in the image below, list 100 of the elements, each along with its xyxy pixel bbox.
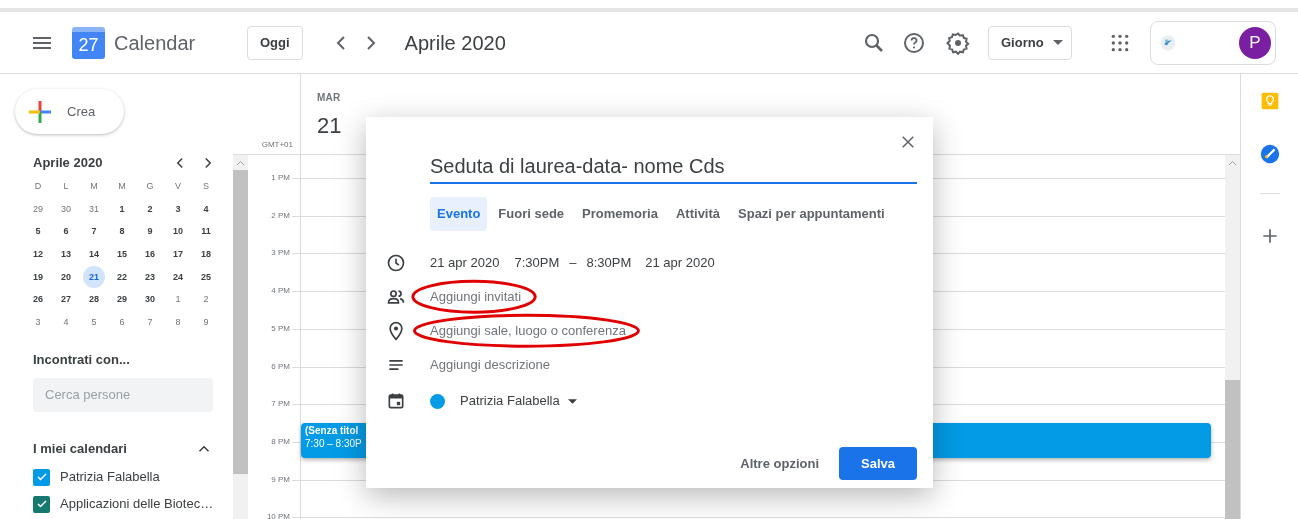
hour-label: 7 PM [271, 400, 290, 409]
organization-logo-icon [1159, 33, 1177, 52]
end-date[interactable]: 21 apr 2020 [645, 253, 715, 273]
day-button[interactable]: 20 [55, 266, 77, 289]
day-button[interactable]: 6 [55, 221, 77, 244]
calendar-select[interactable]: Patrizia Falabella [460, 391, 577, 411]
start-time[interactable]: 7:30PM [514, 253, 560, 273]
day-button[interactable]: 18 [195, 243, 217, 266]
calendar-checkbox[interactable] [33, 495, 50, 513]
tab[interactable]: Evento [430, 197, 488, 231]
tab[interactable]: Promemoria [575, 197, 665, 231]
day-button[interactable]: 8 [111, 221, 133, 244]
day-button[interactable]: 28 [83, 289, 105, 312]
apps-icon[interactable] [1110, 32, 1130, 53]
tab[interactable]: Fuori sede [491, 197, 572, 231]
day-button[interactable]: 7 [139, 311, 161, 334]
day-button[interactable]: 2 [195, 289, 217, 312]
tab[interactable]: Attività [668, 197, 728, 231]
day-button[interactable]: 7 [83, 221, 105, 244]
hour-label: 1 PM [271, 174, 290, 182]
day-button[interactable]: 15 [111, 243, 133, 266]
mini-calendar-title: Aprile 2020 [33, 154, 104, 173]
people-icon [386, 287, 406, 307]
day-button[interactable]: 27 [55, 289, 77, 312]
help-icon[interactable] [902, 30, 926, 55]
day-button[interactable]: 11 [195, 221, 217, 244]
day-button[interactable]: 22 [111, 266, 133, 289]
day-button[interactable]: 5 [27, 221, 49, 244]
day-button[interactable]: 24 [167, 266, 189, 289]
day-button[interactable]: 17 [167, 243, 189, 266]
app-name: Calendar [114, 30, 197, 56]
weekday-header: MAR [317, 91, 342, 105]
day-button[interactable]: 2 [139, 198, 161, 221]
clock-icon [386, 253, 406, 273]
day-button[interactable]: 9 [139, 221, 161, 244]
caret-icon [1053, 40, 1063, 45]
hour-label: 10 PM [266, 513, 290, 519]
title-field[interactable]: Seduta di laurea-data- nome Cds [430, 151, 917, 184]
timezone-label: GMT+01 [261, 139, 293, 151]
calendar-name[interactable]: Applicazioni delle Biotec… [60, 494, 214, 514]
hour-label: 8 PM [271, 437, 290, 446]
hour-label: 2 PM [271, 211, 290, 220]
calendar-name[interactable]: Patrizia Falabella [60, 467, 160, 487]
date-header: 21 [317, 112, 343, 140]
checkmark-circle-icon[interactable] [1258, 143, 1281, 165]
account-box[interactable]: P [1150, 20, 1276, 65]
weekday-label: D [34, 180, 42, 194]
day-button[interactable]: 29 [27, 198, 49, 221]
day-button[interactable]: 3 [27, 311, 49, 334]
day-button[interactable]: 6 [111, 311, 133, 334]
day-button[interactable]: 4 [195, 198, 217, 221]
day-button[interactable]: 10 [167, 221, 189, 244]
view-dropdown[interactable]: Giorno [988, 25, 1072, 60]
calendar-checkbox[interactable] [33, 468, 50, 486]
avatar[interactable]: P [1239, 26, 1271, 59]
day-button[interactable]: 8 [167, 311, 189, 334]
weekday-label: G [146, 180, 154, 194]
checkmark-icon [35, 498, 48, 511]
close-icon[interactable] [899, 133, 917, 151]
end-time[interactable]: 8:30PM [586, 253, 632, 273]
event-time: 7:30 – 8:30P [305, 437, 363, 450]
more-options-button[interactable]: Altre opzioni [734, 447, 825, 480]
day-button[interactable]: 14 [83, 243, 105, 266]
day-button[interactable]: 9 [195, 311, 217, 334]
day-button[interactable]: 12 [27, 243, 49, 266]
day-button[interactable]: 26 [27, 289, 49, 312]
day-button[interactable]: 16 [139, 243, 161, 266]
settings-icon[interactable] [946, 30, 970, 55]
weekday-label: S [203, 180, 209, 194]
save-button[interactable]: Salva [839, 447, 917, 480]
day-button[interactable]: 1 [167, 289, 189, 312]
day-button[interactable]: 5 [83, 311, 105, 334]
hour-label: 4 PM [271, 287, 290, 296]
day-button[interactable]: 25 [195, 266, 217, 289]
day-button[interactable]: 29 [111, 289, 133, 312]
start-date[interactable]: 21 apr 2020 [430, 253, 500, 273]
event-title: (Senza titol [305, 424, 360, 437]
day-button[interactable]: 30 [55, 198, 77, 221]
day-button[interactable]: 13 [55, 243, 77, 266]
scrollbar[interactable] [233, 155, 248, 519]
hour-label: 3 PM [271, 249, 290, 258]
day-button[interactable]: 1 [111, 198, 133, 221]
location-pin-icon [386, 321, 406, 341]
day-button[interactable]: 31 [83, 198, 105, 221]
weekday-label: M [118, 180, 126, 194]
create-button[interactable]: Crea [15, 89, 124, 134]
today-button[interactable]: Oggi [247, 25, 303, 60]
day-button[interactable]: 21 [83, 266, 105, 289]
hour-label: 9 PM [271, 475, 290, 484]
day-button[interactable]: 23 [139, 266, 161, 289]
day-button[interactable]: 30 [139, 289, 161, 312]
hour-label: 6 PM [271, 362, 290, 371]
search-people-field[interactable]: Cerca persone [33, 377, 213, 412]
weekday-label: L [63, 180, 69, 194]
day-button[interactable]: 3 [167, 198, 189, 221]
day-button[interactable]: 19 [27, 266, 49, 289]
tab[interactable]: Spazi per appuntamenti [731, 197, 892, 231]
scrollbar[interactable] [1225, 155, 1240, 519]
day-button[interactable]: 4 [55, 311, 77, 334]
field-placeholder[interactable]: Aggiungi descrizione [430, 357, 550, 373]
